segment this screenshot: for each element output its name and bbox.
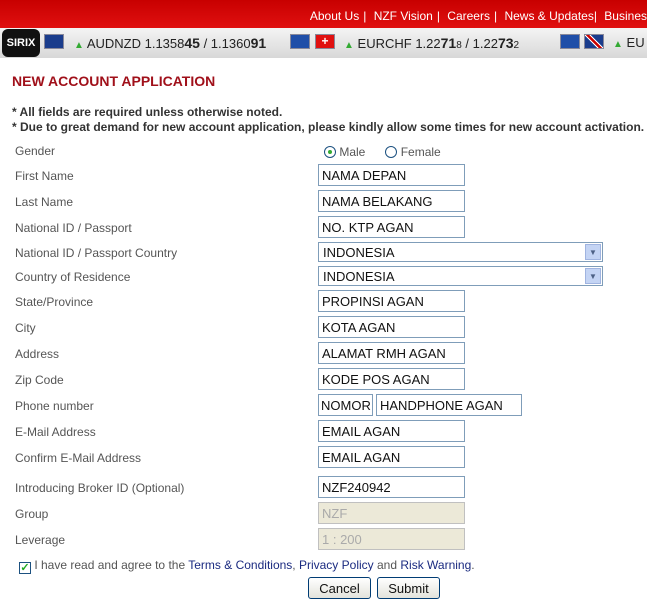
ask-fraction: 2 bbox=[513, 40, 520, 51]
leverage-label: Leverage bbox=[15, 533, 66, 547]
note-required: * All fields are required unless otherwi… bbox=[12, 105, 283, 119]
last-name-label: Last Name bbox=[15, 195, 74, 209]
id-country-value: INDONESIA bbox=[323, 245, 395, 260]
bid: 1.22 bbox=[415, 36, 441, 51]
bid-fraction: 8 bbox=[456, 40, 462, 51]
ask-pips: 91 bbox=[250, 35, 267, 51]
ask: 1.22 bbox=[472, 36, 498, 51]
gender-female-radio[interactable] bbox=[385, 146, 398, 158]
national-id-input[interactable]: NO. KTP AGAN bbox=[318, 216, 465, 238]
first-name-label: First Name bbox=[15, 169, 74, 183]
comma: , bbox=[292, 558, 299, 572]
national-id-label: National ID / Passport bbox=[15, 221, 132, 235]
pair: EU bbox=[626, 35, 645, 50]
flag-eu-icon bbox=[560, 34, 580, 49]
chevron-down-icon[interactable]: ▼ bbox=[585, 244, 601, 260]
risk-warning-link[interactable]: Risk Warning bbox=[400, 558, 471, 572]
submit-button[interactable]: Submit bbox=[377, 577, 440, 599]
pair: AUDNZD bbox=[86, 36, 141, 51]
gender-radio-group: Male Female bbox=[324, 145, 441, 159]
nav-news-updates[interactable]: News & Updates bbox=[504, 9, 593, 23]
up-arrow-icon: ▲ bbox=[74, 40, 84, 51]
phone-label: Phone number bbox=[15, 399, 94, 413]
ticker-item-eurchf[interactable]: ▲ EURCHF 1.22718 / 1.22732 bbox=[344, 35, 519, 51]
flag-eu-icon bbox=[290, 34, 310, 49]
bid-pips: 71 bbox=[440, 35, 457, 51]
group-label: Group bbox=[15, 507, 49, 521]
agree-row: ✓ I have read and agree to the Terms & C… bbox=[19, 558, 475, 574]
address-label: Address bbox=[15, 347, 60, 361]
confirm-email-label: Confirm E-Mail Address bbox=[15, 451, 142, 465]
email-label: E-Mail Address bbox=[15, 425, 96, 439]
page-title: NEW ACCOUNT APPLICATION bbox=[12, 73, 216, 89]
nav-business[interactable]: Busines bbox=[604, 9, 647, 23]
city-label: City bbox=[15, 321, 36, 335]
bid-pips: 45 bbox=[184, 35, 200, 51]
first-name-input[interactable]: NAMA DEPAN bbox=[318, 164, 465, 186]
and-text: and bbox=[373, 558, 401, 572]
bid: 1.1358 bbox=[144, 36, 185, 51]
gender-male-radio[interactable] bbox=[324, 146, 336, 158]
phone-number-input[interactable]: HANDPHONE AGAN bbox=[376, 394, 522, 416]
confirm-email-input[interactable]: EMAIL AGAN bbox=[318, 446, 465, 468]
email-input[interactable]: EMAIL AGAN bbox=[318, 420, 465, 442]
terms-link[interactable]: Terms & Conditions bbox=[188, 558, 292, 572]
ticker-item-eur[interactable]: ▲ EU bbox=[613, 35, 645, 50]
flag-ch-icon: + bbox=[315, 34, 335, 49]
state-input[interactable]: PROPINSI AGAN bbox=[318, 290, 465, 312]
gender-label: Gender bbox=[15, 144, 56, 158]
agree-checkbox[interactable]: ✓ bbox=[19, 562, 31, 574]
sirix-logo: SIRIX bbox=[2, 29, 40, 57]
group-input: NZF bbox=[318, 502, 465, 524]
city-input[interactable]: KOTA AGAN bbox=[318, 316, 465, 338]
flag-nz-icon bbox=[44, 34, 64, 49]
id-country-label: National ID / Passport Country bbox=[15, 246, 178, 260]
nav-about-us[interactable]: About Us bbox=[310, 9, 359, 23]
nav-careers[interactable]: Careers bbox=[447, 9, 490, 23]
residence-label: Country of Residence bbox=[15, 270, 131, 284]
flag-uk-icon bbox=[584, 34, 604, 49]
zip-input[interactable]: KODE POS AGAN bbox=[318, 368, 465, 390]
female-label: Female bbox=[400, 145, 441, 159]
price-ticker: SIRIX ▲ AUDNZD 1.135845 / 1.136091 + ▲ E… bbox=[0, 28, 647, 58]
chevron-down-icon[interactable]: ▼ bbox=[585, 268, 601, 284]
residence-value: INDONESIA bbox=[323, 269, 395, 284]
note-demand: * Due to great demand for new account ap… bbox=[12, 120, 645, 134]
pair: EURCHF bbox=[357, 36, 412, 51]
nav-nzf-vision[interactable]: NZF Vision bbox=[374, 9, 433, 23]
broker-id-label: Introducing Broker ID (Optional) bbox=[15, 481, 185, 495]
privacy-link[interactable]: Privacy Policy bbox=[299, 558, 374, 572]
up-arrow-icon: ▲ bbox=[344, 40, 354, 51]
zip-label: Zip Code bbox=[15, 373, 64, 387]
last-name-input[interactable]: NAMA BELAKANG bbox=[318, 190, 465, 212]
address-input[interactable]: ALAMAT RMH AGAN bbox=[318, 342, 465, 364]
id-country-select[interactable]: INDONESIA ▼ bbox=[318, 242, 603, 262]
cancel-button[interactable]: Cancel bbox=[308, 577, 371, 599]
residence-select[interactable]: INDONESIA ▼ bbox=[318, 266, 603, 286]
broker-id-input[interactable]: NZF240942 bbox=[318, 476, 465, 498]
top-nav-bar: About Us | NZF Vision | Careers | News & Up… bbox=[0, 0, 647, 28]
male-label: Male bbox=[339, 145, 366, 159]
period: . bbox=[471, 558, 475, 572]
ask-pips: 73 bbox=[497, 35, 514, 51]
ask: 1.1360 bbox=[210, 36, 251, 51]
state-label: State/Province bbox=[15, 295, 94, 309]
phone-prefix-input[interactable]: NOMOR bbox=[318, 394, 373, 416]
ticker-item-audnzd[interactable]: ▲ AUDNZD 1.135845 / 1.136091 bbox=[74, 35, 266, 51]
agree-text: I have read and agree to the bbox=[34, 558, 189, 572]
leverage-input: 1 : 200 bbox=[318, 528, 465, 550]
up-arrow-icon: ▲ bbox=[613, 39, 623, 50]
